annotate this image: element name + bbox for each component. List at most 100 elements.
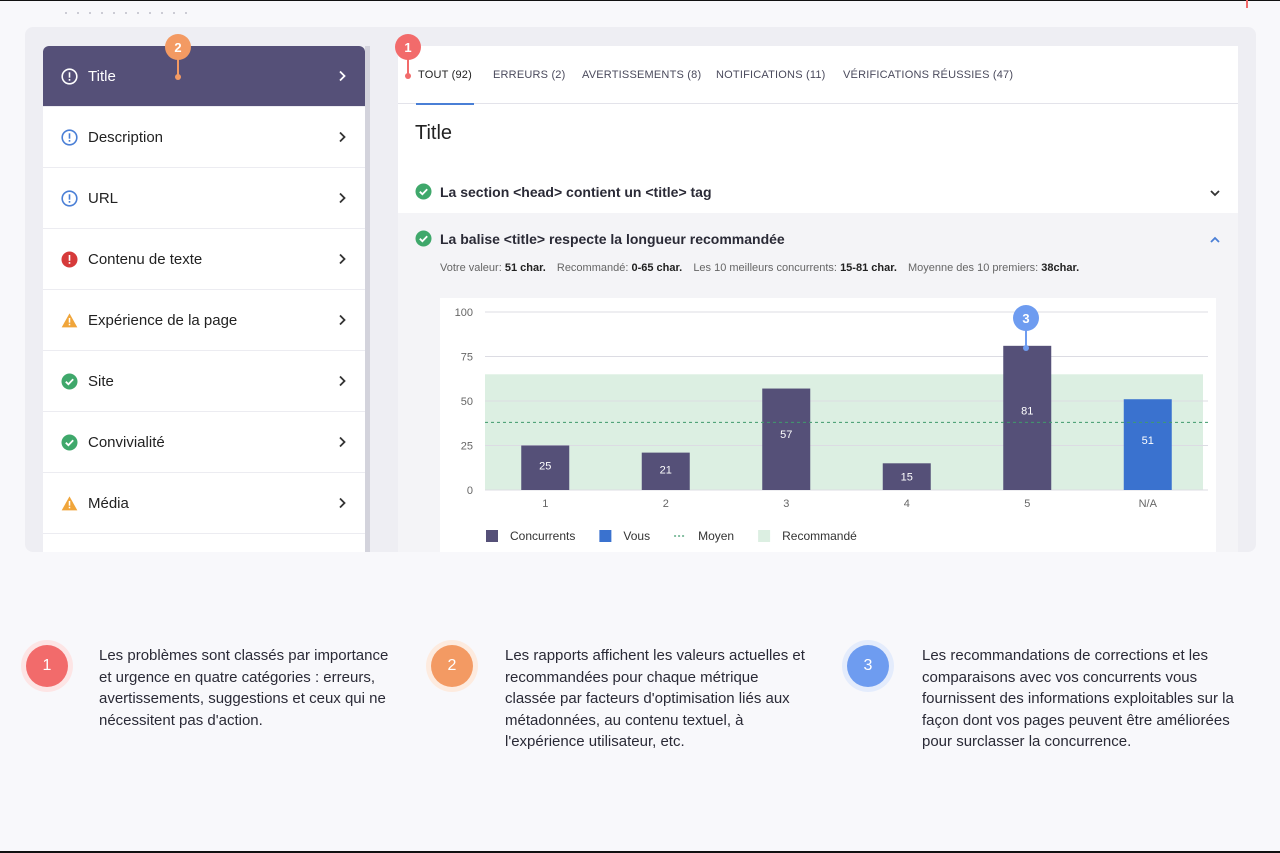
error-circle-icon (61, 251, 78, 268)
recommended-range-area (485, 374, 1203, 490)
check-row-title-length[interactable]: La balise <title> respecte la longueur r… (398, 215, 1238, 262)
chevron-right-icon (337, 497, 347, 509)
check-circle-icon (415, 183, 432, 200)
x-tick-label: 4 (904, 498, 910, 510)
legend-swatch (599, 530, 612, 542)
y-tick-label: 50 (461, 396, 473, 408)
sidebar-item-label: Title (88, 67, 116, 85)
tab-errors[interactable]: ERREURS (2) (493, 46, 566, 104)
exclamation-circle-icon (61, 67, 78, 85)
bar-value-label: 81 (1021, 406, 1033, 418)
sidebar-item-title[interactable]: Title (43, 46, 365, 107)
sidebar-item-label: Contenu de texte (88, 250, 203, 268)
sidebar-item-description[interactable]: Description (43, 107, 365, 168)
metric-value-label: Votre valeur: (440, 262, 502, 274)
legend-swatch (486, 530, 498, 542)
bar-value-label: 25 (539, 461, 551, 473)
section-title: Title (415, 122, 453, 144)
legend-label: Vous (623, 529, 650, 543)
chevron-down-icon[interactable] (1209, 186, 1221, 198)
sidebar-item-label: Média (88, 494, 129, 512)
tab-notifications[interactable]: NOTIFICATIONS (11) (716, 46, 826, 104)
legend-label: Recommandé (782, 529, 857, 543)
chevron-right-icon (337, 192, 347, 204)
metric-recommended: 0-65 char. (631, 262, 683, 274)
legend-swatch (758, 530, 771, 542)
sidebar-item-usability[interactable]: Convivialité (43, 412, 365, 473)
exclamation-circle-icon (61, 189, 78, 207)
metric-average: 38char. (1041, 262, 1080, 274)
sidebar-item-label: Description (88, 128, 164, 146)
marker-2-dot (175, 74, 181, 80)
decorative-dots (60, 12, 190, 14)
chevron-right-icon (337, 436, 347, 448)
callout-2-text: Les rapports affichent les valeurs actue… (505, 647, 805, 750)
check-row-head-title[interactable]: La section <head> contient un <title> ta… (398, 168, 1238, 215)
sidebar-item-label: Expérience de la page (88, 311, 238, 329)
callout-2-badge: 2 (431, 645, 473, 687)
bar-value-label: 51 (1142, 435, 1154, 447)
metric-top: 15-81 char. (840, 262, 897, 274)
metric-value: 51 char. (504, 262, 546, 274)
tab-all[interactable]: TOUT (92) (416, 46, 474, 105)
top-border (0, 0, 1280, 1)
sidebar-item-label: URL (88, 189, 119, 207)
y-tick-label: 100 (455, 307, 473, 319)
chevron-right-icon (337, 70, 347, 82)
sidebar-item-label: Convivialité (88, 433, 165, 451)
sidebar-scrollbar[interactable] (365, 46, 370, 552)
bar-value-label: 21 (660, 464, 672, 476)
x-tick-label: 1 (542, 498, 548, 510)
y-tick-label: 0 (467, 485, 473, 497)
check-circle-icon (61, 373, 78, 390)
bar-chart: 0 25 50 75 100 25 1 21 2 57 3 15 4 81 5 51 N/A Concurrent… (455, 307, 1208, 543)
metric-recommended-label: Recommandé: (556, 262, 629, 274)
metrics-line: Votre valeur: 51 char. Recommandé: 0-65 … (440, 262, 1079, 274)
check-label: La section <head> contient un <title> ta… (440, 183, 712, 200)
exclamation-circle-icon (61, 128, 78, 146)
x-tick-label: N/A (1139, 498, 1158, 510)
tab-passed-checks[interactable]: VÉRIFICATIONS RÉUSSIES (47) (843, 46, 1013, 104)
chevron-right-icon (337, 131, 347, 143)
bar-value-label: 57 (780, 429, 792, 441)
sidebar-item-url[interactable]: URL (43, 168, 365, 229)
chart-card: 0 25 50 75 100 25 1 21 2 57 3 15 4 81 5 51 N/A Concurrent… (440, 298, 1216, 552)
callout-1-badge: 1 (26, 645, 68, 687)
x-tick-label: 3 (783, 498, 789, 510)
chevron-right-icon (337, 253, 347, 265)
marker-3: 3 (1013, 305, 1039, 331)
check-label: La balise <title> respecte la longueur r… (440, 230, 785, 247)
legend-label: Moyen (698, 529, 734, 543)
check-circle-icon (415, 230, 432, 247)
warning-triangle-icon (61, 312, 78, 329)
sidebar-item-page-experience[interactable]: Expérience de la page (43, 290, 365, 351)
marker-1: 1 (395, 34, 421, 60)
chevron-up-icon[interactable] (1209, 233, 1221, 245)
marker-1-dot (405, 73, 411, 79)
y-tick-label: 75 (461, 352, 473, 364)
sidebar-item-text-content[interactable]: Contenu de texte (43, 229, 365, 290)
sidebar-item-label: Site (88, 372, 114, 390)
tab-bar: TOUT (92) ERREURS (2) AVERTISSEMENTS (8)… (398, 46, 1238, 105)
sidebar: Title Description URL Contenu de texte E… (43, 46, 365, 552)
warning-triangle-icon (61, 495, 78, 512)
check-circle-icon (61, 434, 78, 451)
x-tick-label: 5 (1024, 498, 1030, 510)
decorative-tick (1246, 0, 1248, 8)
bar (1003, 345, 1052, 490)
tab-warnings[interactable]: AVERTISSEMENTS (8) (582, 46, 701, 104)
sidebar-item-media[interactable]: Média (43, 473, 365, 534)
legend-label: Concurrents (510, 529, 575, 543)
callout-3-text: Les recommandations de corrections et le… (922, 647, 1234, 750)
marker-3-dot (1023, 345, 1029, 351)
chevron-right-icon (337, 375, 347, 387)
callout-1-text: Les problèmes sont classés par importanc… (99, 647, 389, 729)
sidebar-item-site[interactable]: Site (43, 351, 365, 412)
metric-average-label: Moyenne des 10 premiers: (908, 262, 1039, 274)
y-tick-label: 25 (461, 441, 473, 453)
x-tick-label: 2 (663, 498, 669, 510)
bar-value-label: 15 (901, 472, 913, 484)
callout-3-badge: 3 (847, 645, 889, 687)
metric-top-label: Les 10 meilleurs concurrents: (693, 262, 837, 274)
chevron-right-icon (337, 314, 347, 326)
